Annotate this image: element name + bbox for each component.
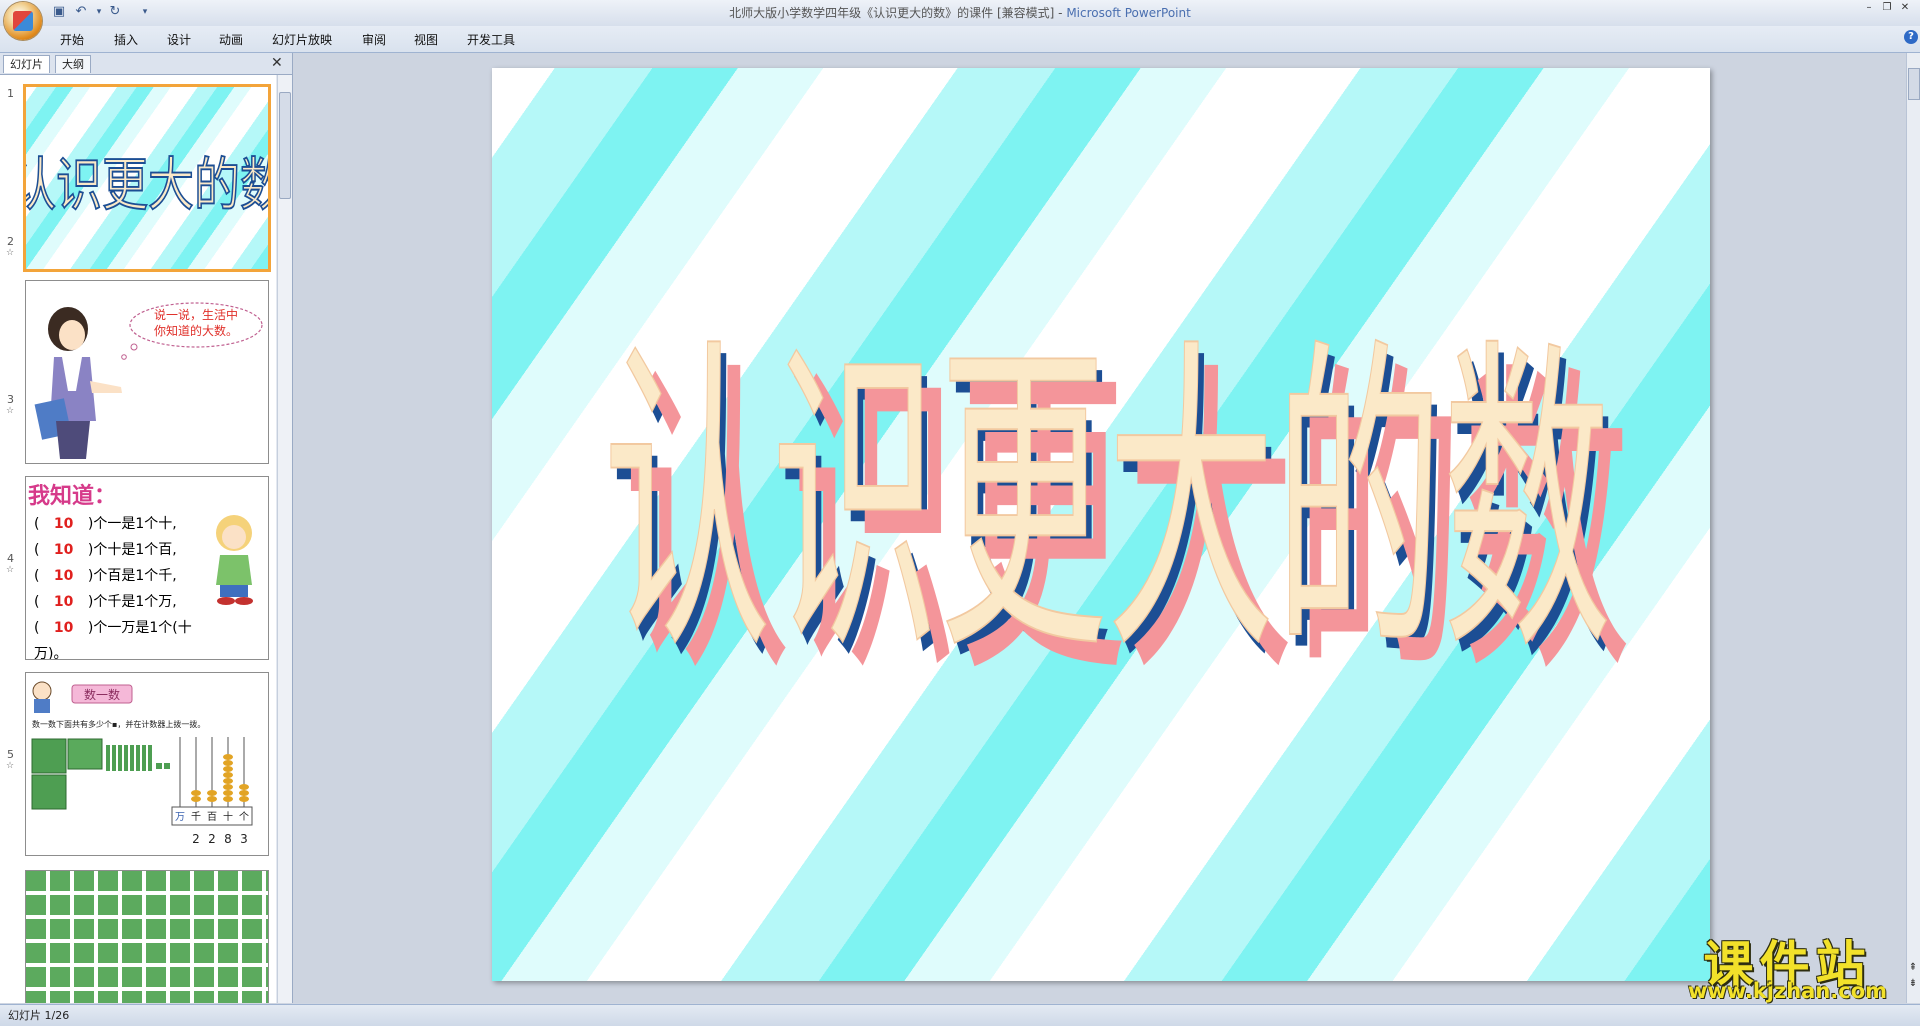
prev-slide-icon[interactable]: ⇞ bbox=[1906, 962, 1920, 974]
office-button[interactable] bbox=[4, 2, 42, 40]
office-logo-icon bbox=[13, 11, 33, 31]
slide-thumbnail-3[interactable]: 我知道： ( 10 )个一是1个十, ( 10 )个十是1个百, ( 10 )个… bbox=[25, 476, 269, 660]
thumb-4-instruction: 数一数下面共有多少个▪，并在计数器上拨一拨。 bbox=[32, 719, 205, 729]
scrollbar-thumb[interactable] bbox=[279, 92, 291, 199]
list-item: ( 10 )个百是1个千, bbox=[34, 568, 177, 584]
tab-outline[interactable]: 大纲 bbox=[55, 55, 91, 73]
bubble-line-2: 你知道的大数。 bbox=[154, 323, 238, 338]
watermark-url: www.kjzhan.com bbox=[1687, 979, 1888, 1003]
row-text: )个十是1个百, bbox=[87, 542, 177, 558]
slide-number: 5 bbox=[7, 748, 14, 761]
row-value: 10 bbox=[53, 620, 74, 636]
slide-thumbnail-1[interactable]: 认识更大的数 bbox=[23, 84, 271, 272]
window-title: 北师大版小学数学四年级《认识更大的数》的课件 [兼容模式] - Microsof… bbox=[0, 4, 1920, 21]
next-slide-icon[interactable]: ⇟ bbox=[1906, 978, 1920, 990]
list-item: ( 10 )个一是1个十, bbox=[34, 516, 177, 532]
cartoon-child-illustration bbox=[216, 515, 253, 605]
tab-home[interactable]: 开始 bbox=[60, 31, 84, 48]
close-window-icon[interactable]: ✕ bbox=[1898, 2, 1912, 14]
thumbnail-list: 1 认识更大的数 2 ☆ 说一说，生活中 你知道的大数。 3 ☆ 我知道： ( … bbox=[0, 75, 276, 1003]
list-item: ( 10 )个千是1个万, bbox=[34, 594, 177, 610]
block-grid bbox=[26, 871, 268, 1003]
digit: 8 bbox=[224, 832, 232, 846]
tab-view[interactable]: 视图 bbox=[414, 31, 438, 48]
abacus-label: 个 bbox=[239, 811, 249, 823]
row-text: )个千是1个万, bbox=[87, 594, 177, 610]
slide-title: 认识更大的数 bbox=[603, 313, 1611, 694]
scrollbar-thumb[interactable] bbox=[1908, 68, 1920, 100]
row-value: 10 bbox=[53, 568, 74, 584]
row-text: )个一是1个十, bbox=[87, 516, 177, 532]
tab-design[interactable]: 设计 bbox=[167, 31, 191, 48]
animation-star-icon: ☆ bbox=[6, 761, 15, 771]
tab-developer[interactable]: 开发工具 bbox=[467, 31, 515, 48]
app-name: Microsoft PowerPoint bbox=[1066, 6, 1191, 20]
row-value: 10 bbox=[53, 542, 74, 558]
list-item: ( 10 )个一万是1个(十万)。 bbox=[34, 620, 192, 660]
digit: 2 bbox=[208, 832, 216, 846]
thumb-1-title: 认识更大的数 bbox=[26, 152, 268, 220]
slide-thumbnail-4[interactable]: 数一数 数一数下面共有多少个▪，并在计数器上拨一拨。 万 千 百 十 个 2 2… bbox=[25, 672, 269, 856]
close-icon[interactable]: ✕ bbox=[271, 55, 283, 71]
tab-slides[interactable]: 幻灯片 bbox=[3, 55, 50, 73]
animation-star-icon: ☆ bbox=[6, 406, 15, 416]
watermark-logo: 课件站 www.kjzhan.com bbox=[1670, 925, 1905, 1003]
thumb-1-title-text: 认识更大的数 bbox=[26, 153, 268, 219]
slide-number: 4 bbox=[7, 552, 14, 565]
abacus-label: 千 bbox=[191, 811, 201, 823]
slide-number: 1 bbox=[7, 87, 14, 100]
thumbnail-scrollbar[interactable] bbox=[277, 75, 292, 1003]
thumb-4-content: 数一数 数一数下面共有多少个▪，并在计数器上拨一拨。 万 千 百 十 个 2 2… bbox=[31, 681, 253, 846]
row-value: 10 bbox=[53, 516, 74, 532]
row-value: 10 bbox=[53, 594, 74, 610]
tab-animations[interactable]: 动画 bbox=[219, 31, 243, 48]
slide-thumbnail-2[interactable]: 说一说，生活中 你知道的大数。 bbox=[25, 280, 269, 464]
minimize-icon[interactable]: – bbox=[1862, 2, 1876, 14]
slide-number: 2 bbox=[7, 235, 14, 248]
status-bar bbox=[0, 1004, 1920, 1026]
list-item: ( 10 )个十是1个百, bbox=[34, 542, 177, 558]
abacus-label: 十 bbox=[223, 810, 233, 823]
tab-insert[interactable]: 插入 bbox=[114, 31, 138, 48]
row-text: )个百是1个千, bbox=[87, 568, 177, 584]
thumb-4-badge: 数一数 bbox=[84, 687, 120, 702]
teacher-illustration: 说一说，生活中 你知道的大数。 bbox=[34, 302, 263, 459]
slide-thumbnail-5[interactable] bbox=[25, 870, 269, 1003]
thumb-3-rows: ( 10 )个一是1个十, ( 10 )个十是1个百, ( 10 )个百是1个千… bbox=[34, 511, 214, 660]
thumb-3-heading: 我知道： bbox=[28, 483, 117, 509]
abacus-label: 万 bbox=[175, 812, 185, 823]
restore-icon[interactable]: ❐ bbox=[1880, 2, 1894, 14]
bubble-line-1: 说一说，生活中 bbox=[154, 307, 238, 322]
animation-star-icon: ☆ bbox=[6, 565, 15, 575]
animation-star-icon: ☆ bbox=[6, 248, 15, 258]
block-rods bbox=[106, 745, 170, 771]
document-title: 北师大版小学数学四年级《认识更大的数》的课件 [兼容模式] - bbox=[729, 6, 1067, 20]
digit: 2 bbox=[192, 832, 200, 846]
slide-counter: 幻灯片 1/26 bbox=[8, 1009, 70, 1022]
editor-scrollbar[interactable] bbox=[1906, 53, 1920, 1003]
help-icon[interactable]: ? bbox=[1904, 30, 1918, 44]
abacus-label: 百 bbox=[207, 811, 217, 823]
digit: 3 bbox=[240, 832, 248, 846]
tab-review[interactable]: 审阅 bbox=[362, 31, 386, 48]
slide-title-wordart: 认识更大的数 认识更大的数 认识更大的数 bbox=[602, 312, 1631, 717]
slide-number: 3 bbox=[7, 393, 14, 406]
tab-slideshow[interactable]: 幻灯片放映 bbox=[272, 31, 332, 48]
current-slide[interactable]: 认识更大的数 认识更大的数 认识更大的数 bbox=[492, 68, 1710, 981]
